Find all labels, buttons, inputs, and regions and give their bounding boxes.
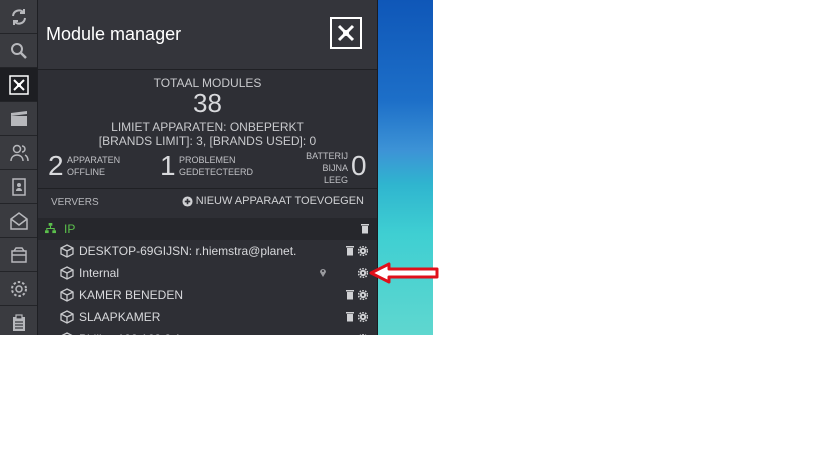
search-icon[interactable] bbox=[0, 34, 37, 68]
offline-label-1: APPARATEN bbox=[67, 155, 121, 165]
gear-icon[interactable] bbox=[357, 311, 369, 323]
refresh-icon[interactable] bbox=[0, 0, 37, 34]
device-row[interactable]: Internal bbox=[38, 262, 377, 284]
module-manager-logo-icon[interactable] bbox=[330, 17, 362, 49]
problems-label-1: PROBLEMEN bbox=[179, 155, 236, 165]
trash-icon[interactable] bbox=[345, 245, 355, 256]
clipboard-icon[interactable] bbox=[0, 306, 37, 335]
cube-icon bbox=[60, 266, 74, 280]
device-row[interactable]: SLAAPKAMER bbox=[38, 306, 377, 328]
total-modules-value: 38 bbox=[193, 88, 222, 118]
group-row-ip[interactable]: IP bbox=[38, 218, 377, 240]
stats-summary: TOTAAL MODULES 38 LIMIET APPARATEN: ONBE… bbox=[38, 70, 377, 189]
device-label: KAMER BENEDEN bbox=[79, 288, 184, 302]
annotation-arrow bbox=[369, 262, 439, 284]
section-header: VERVERS NIEUW APPARAAT TOEVOEGEN bbox=[38, 189, 377, 217]
users-icon[interactable] bbox=[0, 136, 37, 170]
section-label[interactable]: VERVERS bbox=[51, 197, 99, 208]
add-device-button[interactable]: NIEUW APPARAAT TOEVOEGEN bbox=[182, 195, 364, 207]
panel-header: Module manager bbox=[38, 0, 377, 70]
group-label: IP bbox=[64, 222, 76, 236]
plus-circle-icon bbox=[182, 195, 193, 207]
offline-label-2: OFFLINE bbox=[67, 167, 106, 177]
device-label: SLAAPKAMER bbox=[79, 310, 161, 324]
brands-text: [BRANDS LIMIT]: 3, [BRANDS USED]: 0 bbox=[98, 134, 317, 148]
device-row[interactable]: KAMER BENEDEN bbox=[38, 284, 377, 306]
gear-icon[interactable] bbox=[358, 333, 368, 335]
device-label: Internal bbox=[79, 266, 120, 280]
device-label: Philips 192.168.2.1 bbox=[79, 332, 181, 335]
desktop-background bbox=[378, 0, 433, 335]
gear-icon[interactable] bbox=[357, 289, 369, 301]
problems-count: 1 bbox=[160, 150, 176, 181]
trash-icon[interactable] bbox=[345, 311, 355, 322]
device-row[interactable]: Philips 192.168.2.1 bbox=[38, 328, 377, 335]
cube-icon bbox=[60, 244, 74, 258]
device-row[interactable]: DESKTOP-69GIJSN: r.hiemstra@planet. bbox=[38, 240, 377, 262]
app-window: Module manager TOTAAL MODULES 38 LIMIET … bbox=[0, 0, 433, 335]
battery-label-3: LEEG bbox=[323, 175, 348, 185]
battery-label-1: BATTERIJ bbox=[306, 151, 348, 161]
device-limit-text: LIMIET APPARATEN: ONBEPERKT bbox=[111, 120, 304, 134]
scenes-icon[interactable] bbox=[0, 102, 37, 136]
icon-sidebar bbox=[0, 0, 38, 335]
add-device-label: NIEUW APPARAAT TOEVOEGEN bbox=[195, 195, 364, 207]
module-manager-icon[interactable] bbox=[0, 68, 37, 102]
trash-icon[interactable] bbox=[345, 289, 355, 300]
module-manager-panel: Module manager TOTAAL MODULES 38 LIMIET … bbox=[38, 0, 378, 335]
problems-label-2: GEDETECTEERD bbox=[179, 167, 254, 177]
gear-icon[interactable] bbox=[357, 245, 369, 257]
cube-icon bbox=[60, 288, 74, 302]
battery-label-2: BIJNA bbox=[322, 163, 348, 173]
devices-icon[interactable] bbox=[0, 238, 37, 272]
offline-count: 2 bbox=[48, 150, 64, 181]
location-pin-icon[interactable] bbox=[318, 267, 328, 278]
network-icon bbox=[45, 223, 56, 234]
location-pin-icon[interactable] bbox=[318, 333, 328, 335]
contacts-icon[interactable] bbox=[0, 170, 37, 204]
device-label: DESKTOP-69GIJSN: r.hiemstra@planet. bbox=[79, 244, 297, 258]
mail-icon[interactable] bbox=[0, 204, 37, 238]
page-title: Module manager bbox=[46, 24, 182, 44]
cube-icon bbox=[61, 332, 73, 335]
settings-icon[interactable] bbox=[0, 272, 37, 306]
trash-icon[interactable] bbox=[360, 223, 370, 234]
battery-count: 0 bbox=[351, 150, 367, 181]
cube-icon bbox=[60, 310, 74, 324]
